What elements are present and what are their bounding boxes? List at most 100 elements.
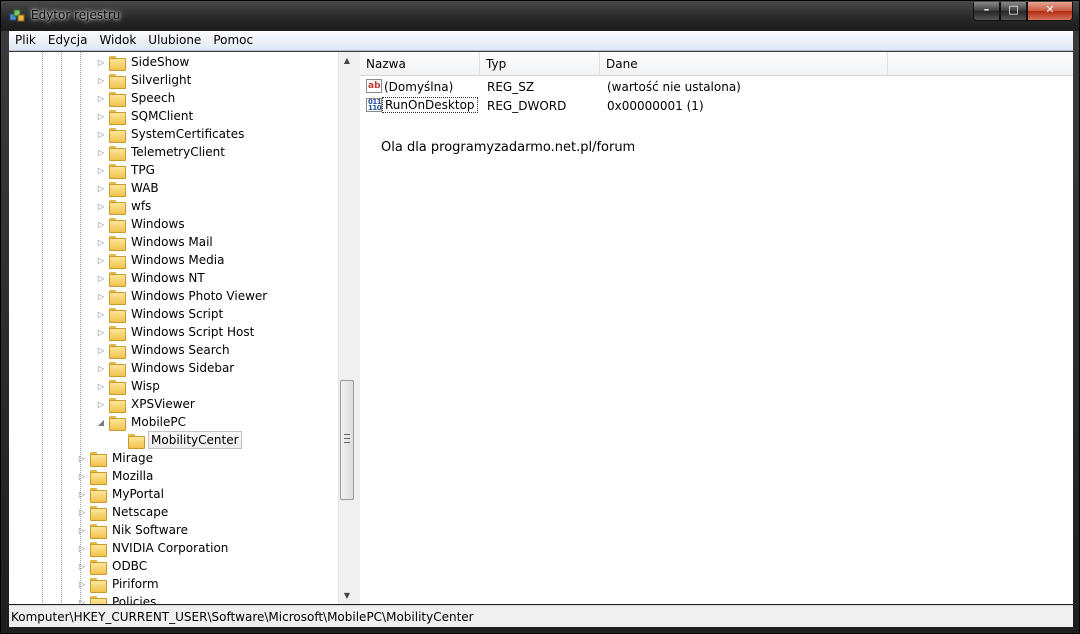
tree-item-label: Windows Media xyxy=(131,253,225,267)
column-header-name[interactable]: Nazwa xyxy=(360,52,480,76)
menu-plik[interactable]: Plik xyxy=(9,31,42,50)
expand-arrow-icon[interactable]: ▷ xyxy=(96,310,106,319)
maximize-icon: □ xyxy=(1008,3,1019,16)
tree-item[interactable]: ▷ NVIDIA Corporation xyxy=(77,539,230,557)
tree-item[interactable]: ▷ Windows Script xyxy=(96,305,225,323)
tree-item[interactable]: ▷ Mozilla xyxy=(77,467,155,485)
tree-item[interactable]: ▷ ODBC xyxy=(77,557,149,575)
value-type: REG_SZ xyxy=(487,80,535,94)
tree-item[interactable]: ▷ Policies xyxy=(77,593,158,604)
tree-item-label: Policies xyxy=(112,595,157,604)
folder-icon xyxy=(90,451,107,467)
expand-arrow-icon[interactable]: ▷ xyxy=(96,400,106,409)
collapse-arrow-icon[interactable]: ◢ xyxy=(96,418,106,427)
value-data: (wartość nie ustalona) xyxy=(607,80,741,94)
folder-icon xyxy=(109,145,126,161)
folder-icon xyxy=(109,379,126,395)
expand-arrow-icon[interactable]: ▷ xyxy=(96,328,106,337)
tree-item[interactable]: MobilityCenter xyxy=(115,431,242,449)
expand-arrow-icon[interactable]: ▷ xyxy=(96,346,106,355)
tree-item[interactable]: ▷ Silverlight xyxy=(96,71,193,89)
scroll-down-icon[interactable]: ▼ xyxy=(339,587,355,604)
tree-item[interactable]: ▷ Wisp xyxy=(96,377,162,395)
expand-arrow-icon[interactable]: ▷ xyxy=(77,472,87,481)
expand-arrow-icon[interactable]: ▷ xyxy=(96,76,106,85)
expand-arrow-icon[interactable]: ▷ xyxy=(96,292,106,301)
registry-tree[interactable]: ▷ SideShow ▷ Silverlight ▷ Speech ▷ SQMClient ▷ S… xyxy=(9,52,354,604)
expand-arrow-icon[interactable]: ▷ xyxy=(96,202,106,211)
expand-arrow-icon[interactable]: ▷ xyxy=(77,526,87,535)
expand-arrow-icon[interactable]: ▷ xyxy=(77,490,87,499)
tree-item[interactable]: ▷ SideShow xyxy=(96,53,191,71)
expand-arrow-icon[interactable]: ▷ xyxy=(96,220,106,229)
tree-item[interactable]: ▷ Windows Photo Viewer xyxy=(96,287,269,305)
tree-item[interactable]: ▷ Windows Search xyxy=(96,341,232,359)
expand-arrow-icon[interactable]: ▷ xyxy=(96,364,106,373)
minimize-button[interactable]: – xyxy=(973,2,1000,21)
expand-arrow-icon[interactable]: ▷ xyxy=(96,274,106,283)
tree-item-label: Silverlight xyxy=(131,73,192,87)
expand-arrow-icon[interactable]: ▷ xyxy=(96,256,106,265)
title-bar[interactable]: Edytor rejestru – □ ✕ xyxy=(1,1,1079,31)
tree-item[interactable]: ▷ TelemetryClient xyxy=(96,143,227,161)
menu-edycja[interactable]: Edycja xyxy=(42,31,94,50)
expand-arrow-icon[interactable]: ▷ xyxy=(96,382,106,391)
tree-item[interactable]: ▷ Windows Script Host xyxy=(96,323,256,341)
column-header-type[interactable]: Typ xyxy=(480,52,600,76)
expand-arrow-icon[interactable]: ▷ xyxy=(77,580,87,589)
expand-arrow-icon[interactable]: ▷ xyxy=(96,148,106,157)
expand-arrow-icon[interactable]: ▷ xyxy=(96,130,106,139)
tree-item[interactable]: ▷ Mirage xyxy=(77,449,155,467)
menu-widok[interactable]: Widok xyxy=(93,31,142,50)
expand-arrow-icon[interactable]: ▷ xyxy=(77,544,87,553)
tree-item[interactable]: ▷ Nik Software xyxy=(77,521,190,539)
tree-item[interactable]: ▷ Piriform xyxy=(77,575,161,593)
tree-item[interactable]: ▷ Windows Mail xyxy=(96,233,215,251)
tree-item-label: Windows Sidebar xyxy=(131,361,235,375)
column-header-data[interactable]: Dane xyxy=(600,52,888,76)
scroll-thumb[interactable] xyxy=(340,380,354,500)
tree-item[interactable]: ▷ XPSViewer xyxy=(96,395,197,413)
tree-item[interactable]: ▷ Windows Media xyxy=(96,251,226,269)
expand-arrow-icon[interactable]: ▷ xyxy=(96,184,106,193)
folder-icon xyxy=(90,577,107,593)
tree-item[interactable]: ◢ MobilePC xyxy=(96,413,188,431)
tree-item-label: TelemetryClient xyxy=(131,145,225,159)
tree-item[interactable]: ▷ SystemCertificates xyxy=(96,125,246,143)
tree-item[interactable]: ▷ Speech xyxy=(96,89,177,107)
expand-arrow-icon[interactable]: ▷ xyxy=(96,94,106,103)
tree-item-label: Windows NT xyxy=(131,271,205,285)
tree-item[interactable]: ▷ wfs xyxy=(96,197,153,215)
menu-ulubione[interactable]: Ulubione xyxy=(142,31,207,50)
tree-item[interactable]: ▷ Netscape xyxy=(77,503,170,521)
tree-item-label: Speech xyxy=(131,91,176,105)
expand-arrow-icon[interactable]: ▷ xyxy=(96,238,106,247)
close-button[interactable]: ✕ xyxy=(1027,2,1073,21)
tree-item[interactable]: ▷ WAB xyxy=(96,179,161,197)
list-row[interactable]: 011 110 RunOnDesktop REG_DWORD 0x00000001… xyxy=(360,97,1073,116)
maximize-button[interactable]: □ xyxy=(1000,2,1027,21)
menu-pomoc[interactable]: Pomoc xyxy=(207,31,259,50)
expand-arrow-icon[interactable]: ▷ xyxy=(77,562,87,571)
values-list[interactable]: Nazwa Typ Dane ab (Domyślna) REG_SZ (war… xyxy=(360,52,1073,604)
tree-item[interactable]: ▷ Windows xyxy=(96,215,187,233)
expand-arrow-icon[interactable]: ▷ xyxy=(77,598,87,605)
tree-guide-line xyxy=(61,52,62,604)
tree-item-label: Piriform xyxy=(112,577,159,591)
tree-item[interactable]: ▷ MyPortal xyxy=(77,485,166,503)
tree-scrollbar[interactable]: ▲ ▼ xyxy=(338,52,355,604)
list-row[interactable]: ab (Domyślna) REG_SZ (wartość nie ustalo… xyxy=(360,78,1073,97)
tree-item[interactable]: ▷ Windows NT xyxy=(96,269,207,287)
expand-arrow-icon[interactable]: ▷ xyxy=(96,112,106,121)
tree-item[interactable]: ▷ TPG xyxy=(96,161,157,179)
tree-item-label: Windows Script Host xyxy=(131,325,255,339)
expand-arrow-icon[interactable]: ▷ xyxy=(77,508,87,517)
tree-item[interactable]: ▷ SQMClient xyxy=(96,107,195,125)
value-name: RunOnDesktop xyxy=(382,97,478,113)
expand-arrow-icon[interactable]: ▷ xyxy=(96,166,106,175)
expand-arrow-icon[interactable]: ▷ xyxy=(96,58,106,67)
tree-item[interactable]: ▷ Windows Sidebar xyxy=(96,359,236,377)
tree-item-label: ODBC xyxy=(112,559,148,573)
expand-arrow-icon[interactable]: ▷ xyxy=(77,454,87,463)
scroll-up-icon[interactable]: ▲ xyxy=(339,52,355,69)
